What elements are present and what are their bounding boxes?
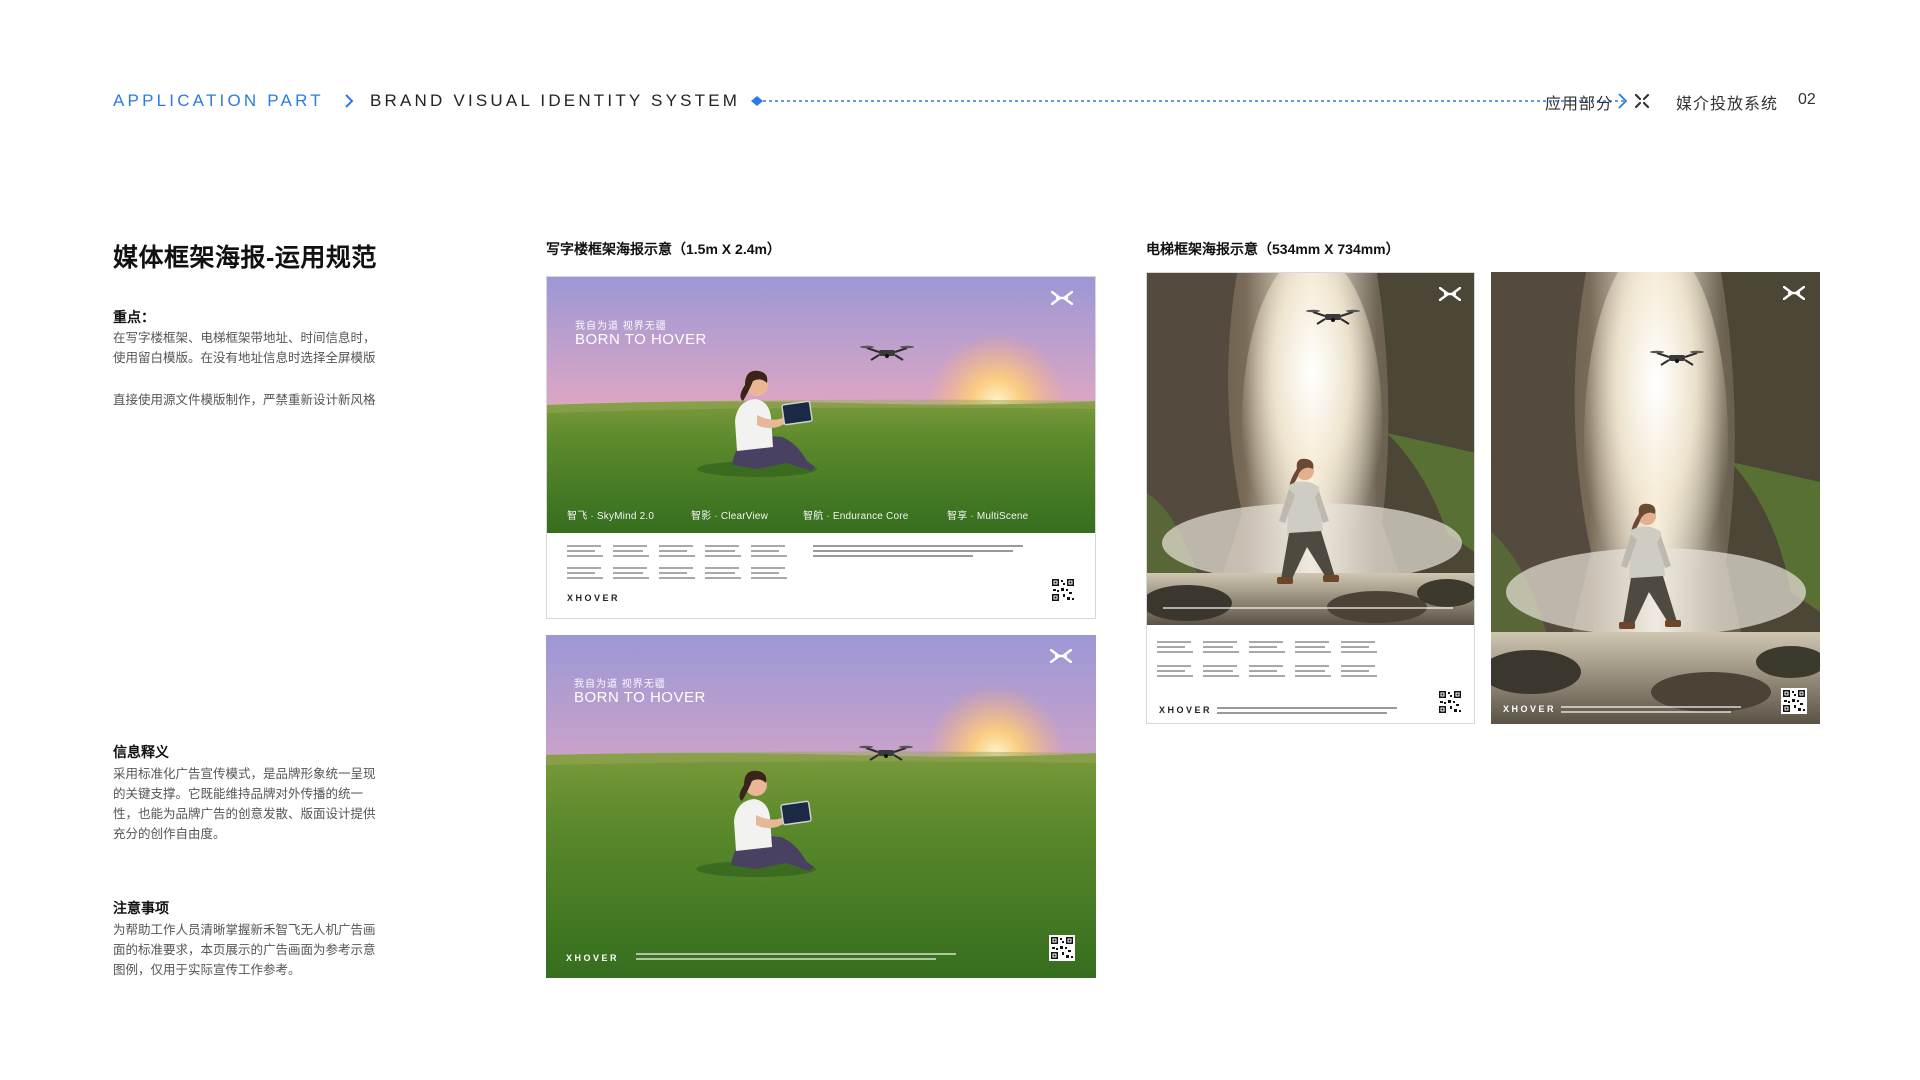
key-points-note: 直接使用源文件模版制作，严禁重新设计新风格 — [113, 393, 376, 407]
info-heading: 信息释义 — [113, 744, 169, 760]
notice-line: 图例，仅用于实际宣传工作参考。 — [113, 963, 301, 977]
info-block — [659, 567, 697, 582]
key-points-text: 在写字楼框架、电梯框架带地址、时间信息时， 使用留白模版。在没有地址信息时选择全… — [113, 328, 403, 368]
info-text: 采用标准化广告宣传模式，是品牌形象统一呈现 的关键支撑。它既能维持品牌对外传播的… — [113, 764, 403, 844]
info-block — [705, 545, 743, 560]
brand-mark-icon — [1783, 286, 1805, 300]
qr-code-icon — [1050, 577, 1076, 603]
poster-photo — [547, 277, 1095, 533]
poster-slogan: BORN TO HOVER — [574, 689, 706, 706]
system-en-label: BRAND VISUAL IDENTITY SYSTEM — [370, 91, 741, 110]
page-title: 媒体框架海报-运用规范 — [113, 244, 377, 272]
page-header: APPLICATION PART BRAND VISUAL IDENTITY S… — [113, 88, 1820, 114]
poster-tagline: 我自为道 视界无疆 — [574, 679, 666, 690]
info-block — [1295, 665, 1333, 680]
brand-logo: XHOVER — [1159, 705, 1213, 715]
cross-icon — [1634, 93, 1650, 109]
page-number: 02 — [1798, 91, 1816, 108]
feature-item: 智影 · ClearView — [691, 511, 769, 522]
info-block — [659, 545, 697, 560]
office-poster-with-info: 我自为道 视界无疆 BORN TO HOVER 智飞 · SkyMind 2.0… — [546, 276, 1096, 619]
office-poster-fullscreen: 我自为道 视界无疆 BORN TO HOVER XHOVER — [546, 635, 1096, 978]
feature-strip — [1163, 607, 1453, 612]
info-block — [1203, 641, 1241, 656]
info-block — [1341, 641, 1379, 656]
dotted-arrow-line — [751, 93, 1628, 109]
info-block — [1249, 641, 1287, 656]
poster-photo — [1147, 273, 1474, 625]
info-block — [1203, 665, 1241, 680]
info-line: 采用标准化广告宣传模式，是品牌形象统一呈现 — [113, 767, 376, 781]
key-points-line: 在写字楼框架、电梯框架带地址、时间信息时， — [113, 331, 376, 345]
info-paragraph — [813, 545, 1023, 560]
info-paragraph — [1217, 707, 1397, 717]
info-block — [751, 567, 789, 582]
system-cn-label: 媒介投放系统 — [1676, 96, 1779, 113]
notice-heading: 注意事项 — [113, 900, 169, 916]
notice-line: 为帮助工作人员清晰掌握新禾智飞无人机广告画 — [113, 923, 376, 937]
chevron-right-icon — [345, 94, 354, 108]
info-block — [751, 545, 789, 560]
info-block — [1295, 641, 1333, 656]
elevator-poster-fullscreen: XHOVER — [1491, 272, 1820, 724]
notice-line: 面的标准要求，本页展示的广告画面为参考示意 — [113, 943, 376, 957]
info-block — [1157, 665, 1195, 680]
info-line: 性，也能为品牌广告的创意发散、版面设计提供 — [113, 807, 376, 821]
info-block — [613, 545, 651, 560]
info-block — [1157, 641, 1195, 656]
info-block — [1341, 665, 1379, 680]
info-block — [567, 567, 605, 582]
section-en-label: APPLICATION PART — [113, 91, 324, 110]
qr-code-icon — [1437, 689, 1463, 715]
feature-item: 智航 · Endurance Core — [803, 511, 909, 522]
brand-mark-icon — [1439, 287, 1461, 301]
info-line: 的关键支撑。它既能维持品牌对外传播的统一 — [113, 787, 364, 801]
info-block — [567, 545, 605, 560]
feature-item: 智享 · MultiScene — [947, 511, 1029, 522]
info-block — [705, 567, 743, 582]
feature-item: 智飞 · SkyMind 2.0 — [567, 511, 655, 522]
elevator-poster-with-info: XHOVER — [1146, 272, 1475, 724]
poster-photo — [1491, 272, 1820, 724]
key-points-heading: 重点： — [113, 309, 155, 325]
qr-code-icon — [1781, 688, 1807, 714]
brand-mark-icon — [1051, 291, 1073, 305]
brand-logo: XHOVER — [1503, 704, 1557, 714]
brand-logo: XHOVER — [567, 593, 621, 603]
qr-code-icon — [1049, 935, 1075, 961]
brand-mark-icon — [1050, 649, 1072, 663]
section-cn-label: 应用部分 — [1545, 96, 1614, 113]
office-frame-caption: 写字楼框架海报示意（1.5m X 2.4m） — [546, 241, 781, 257]
key-points-line: 使用留白模版。在没有地址信息时选择全屏模版 — [113, 351, 376, 365]
info-paragraph — [636, 953, 956, 963]
info-block — [1249, 665, 1287, 680]
notice-text: 为帮助工作人员清晰掌握新禾智飞无人机广告画 面的标准要求，本页展示的广告画面为参… — [113, 920, 403, 980]
info-paragraph — [1561, 706, 1741, 716]
poster-tagline: 我自为道 视界无疆 — [575, 321, 667, 332]
info-line: 充分的创作自由度。 — [113, 827, 226, 841]
poster-slogan: BORN TO HOVER — [575, 331, 707, 348]
info-block — [613, 567, 651, 582]
elevator-frame-caption: 电梯框架海报示意（534mm X 734mm） — [1146, 241, 1400, 257]
brand-logo: XHOVER — [566, 953, 620, 963]
